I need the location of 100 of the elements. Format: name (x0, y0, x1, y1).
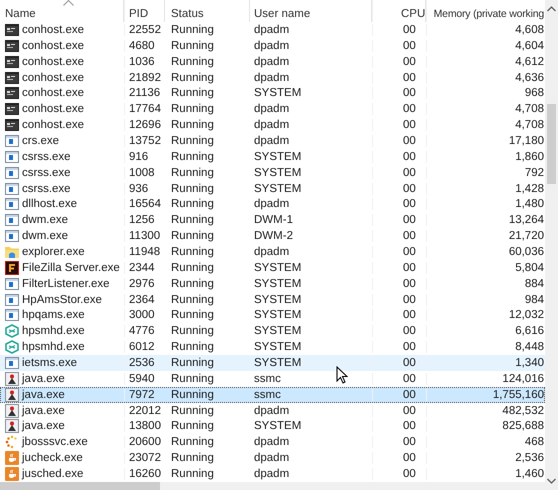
table-cell-text: Running (170, 309, 215, 322)
process-name: jucheck.exe (22, 452, 83, 464)
table-cell: 00 (372, 198, 426, 210)
table-cell-text: dpadm (253, 56, 290, 68)
table-cell: 00 (372, 262, 426, 274)
table-row[interactable]: csrss.exe 1008 Running SYSTEM 00 792 (0, 164, 545, 181)
scrollbar-thumb[interactable] (0, 482, 160, 490)
table-cell-text: Running (170, 294, 215, 306)
table-cell-text: dpadm (253, 404, 290, 417)
table-row[interactable]: dwm.exe 1256 Running DWM-1 00 13,264 (0, 212, 545, 228)
table-cell-text: Running (170, 262, 215, 274)
table-cell-text: Running (170, 404, 215, 417)
console-icon (5, 40, 19, 52)
table-cell: 00 (372, 325, 426, 338)
table-cell: 00 (372, 420, 426, 432)
table-cell-text: Running (170, 341, 215, 354)
table-row[interactable]: hpqams.exe 3000 Running SYSTEM 00 12,032 (0, 307, 545, 324)
table-row[interactable]: conhost.exe 21892 Running dpadm 00 4,636 (0, 70, 545, 86)
table-cell-text: Running (170, 56, 215, 68)
table-cell-text: SYSTEM (253, 325, 302, 338)
table-cell: 21136 (124, 87, 165, 100)
table-row[interactable]: csrss.exe 936 Running SYSTEM 00 1,428 (0, 180, 545, 196)
table-row[interactable]: ietsms.exe 2536 Running SYSTEM 00 1,340 (0, 355, 545, 371)
table-row[interactable]: java.exe 7972 Running ssmc 00 1,755,160 (0, 386, 545, 403)
scroll-down-icon[interactable] (547, 478, 556, 484)
table-row[interactable]: java.exe 22012 Running dpadm 00 482,532 (0, 402, 545, 418)
table-cell-text: SYSTEM (253, 278, 302, 290)
table-cell-text: ssmc (253, 372, 281, 385)
table-cell: 00 (372, 372, 426, 385)
scrollbar-thumb[interactable] (547, 104, 556, 184)
table-cell: 16260 (124, 468, 165, 480)
table-cell-text: Running (170, 40, 215, 52)
table-cell: 13752 (124, 134, 165, 147)
table-cell-text: dpadm (253, 24, 290, 36)
column-header[interactable]: Memory (private working (426, 0, 545, 22)
table-cell-text: dpadm (253, 246, 290, 258)
horizontal-scrollbar[interactable] (0, 482, 545, 490)
table-cell: 00 (372, 134, 426, 147)
table-cell: 00 (372, 246, 426, 258)
table-cell: 00 (372, 388, 426, 401)
table-cell-text: Running (170, 325, 215, 338)
process-name: conhost.exe (22, 40, 84, 52)
table-cell: 17764 (124, 103, 165, 116)
table-cell: 00 (372, 468, 426, 480)
table-row[interactable]: conhost.exe 4680 Running dpadm 00 4,604 (0, 38, 545, 54)
table-cell: 2344 (124, 262, 165, 274)
process-name: conhost.exe (22, 87, 84, 100)
java-window-icon (5, 404, 19, 418)
table-row[interactable]: dllhost.exe 16564 Running dpadm 00 1,480 (0, 196, 545, 212)
table-cell-text: Running (170, 278, 215, 290)
table-row[interactable]: jucheck.exe 23072 Running dpadm 00 2,536 (0, 450, 545, 466)
folder-icon (5, 245, 19, 258)
table-row[interactable]: conhost.exe 22552 Running dpadm 00 4,608 (0, 22, 545, 38)
process-name: hpsmhd.exe (22, 341, 85, 354)
table-row[interactable]: conhost.exe 1036 Running dpadm 00 4,612 (0, 54, 545, 70)
table-row[interactable]: conhost.exe 17764 Running dpadm 00 4,708 (0, 101, 545, 118)
table-cell-text: ssmc (253, 388, 281, 401)
table-cell: 00 (372, 166, 426, 179)
application-icon (5, 278, 19, 290)
table-row[interactable]: explorer.exe 11948 Running dpadm 00 60,036 (0, 244, 545, 260)
application-icon (5, 309, 19, 322)
table-row[interactable]: FileZilla Server.exe 2344 Running SYSTEM 00 5,804 (0, 260, 545, 276)
table-row[interactable]: HpAmsStor.exe 2364 Running SYSTEM 00 984 (0, 292, 545, 308)
table-cell: 22552 (124, 24, 165, 36)
table-cell: 00 (372, 56, 426, 68)
column-header[interactable]: PID (124, 0, 165, 22)
table-cell: 13800 (124, 420, 165, 432)
table-cell: 00 (372, 404, 426, 417)
process-name: conhost.exe (22, 24, 84, 36)
table-cell-text: SYSTEM (253, 182, 302, 195)
table-cell-text: dpadm (253, 452, 290, 464)
table-cell-text: dpadm (253, 468, 290, 480)
table-row[interactable]: dwm.exe 11300 Running DWM-2 00 21,720 (0, 228, 545, 244)
process-name: conhost.exe (22, 119, 84, 132)
console-icon (5, 24, 19, 36)
table-cell: 00 (372, 230, 426, 242)
table-cell-text: Running (170, 166, 215, 179)
table-row[interactable]: java.exe 13800 Running SYSTEM 00 825,688 (0, 418, 545, 434)
table-cell: 00 (372, 119, 426, 132)
process-name: java.exe (22, 388, 65, 401)
table-cell: 00 (372, 278, 426, 290)
table-row[interactable]: csrss.exe 916 Running SYSTEM 00 1,860 (0, 148, 545, 165)
table-cell: 16564 (124, 198, 165, 210)
vertical-scrollbar[interactable] (545, 0, 558, 490)
table-row[interactable]: conhost.exe 12696 Running dpadm 00 4,708 (0, 117, 545, 134)
process-name: FilterListener.exe (22, 278, 110, 290)
table-row[interactable]: conhost.exe 21136 Running SYSTEM 00 968 (0, 85, 545, 102)
table-cell: 20600 (124, 436, 165, 448)
table-row[interactable]: crs.exe 13752 Running dpadm 00 17,180 (0, 133, 545, 149)
console-icon (5, 119, 19, 132)
table-row[interactable]: FilterListener.exe 2976 Running SYSTEM 00 884 (0, 276, 545, 292)
spinner-icon (5, 435, 19, 450)
console-icon (5, 72, 19, 84)
process-name: dwm.exe (22, 214, 68, 226)
table-cell-text: SYSTEM (253, 150, 302, 163)
table-row[interactable]: jusched.exe 16260 Running dpadm 00 1,460 (0, 466, 545, 482)
table-cell: 3000 (124, 309, 165, 322)
process-name: csrss.exe (22, 166, 71, 179)
column-header[interactable]: CPU (372, 0, 426, 22)
scroll-up-icon[interactable] (547, 6, 556, 12)
